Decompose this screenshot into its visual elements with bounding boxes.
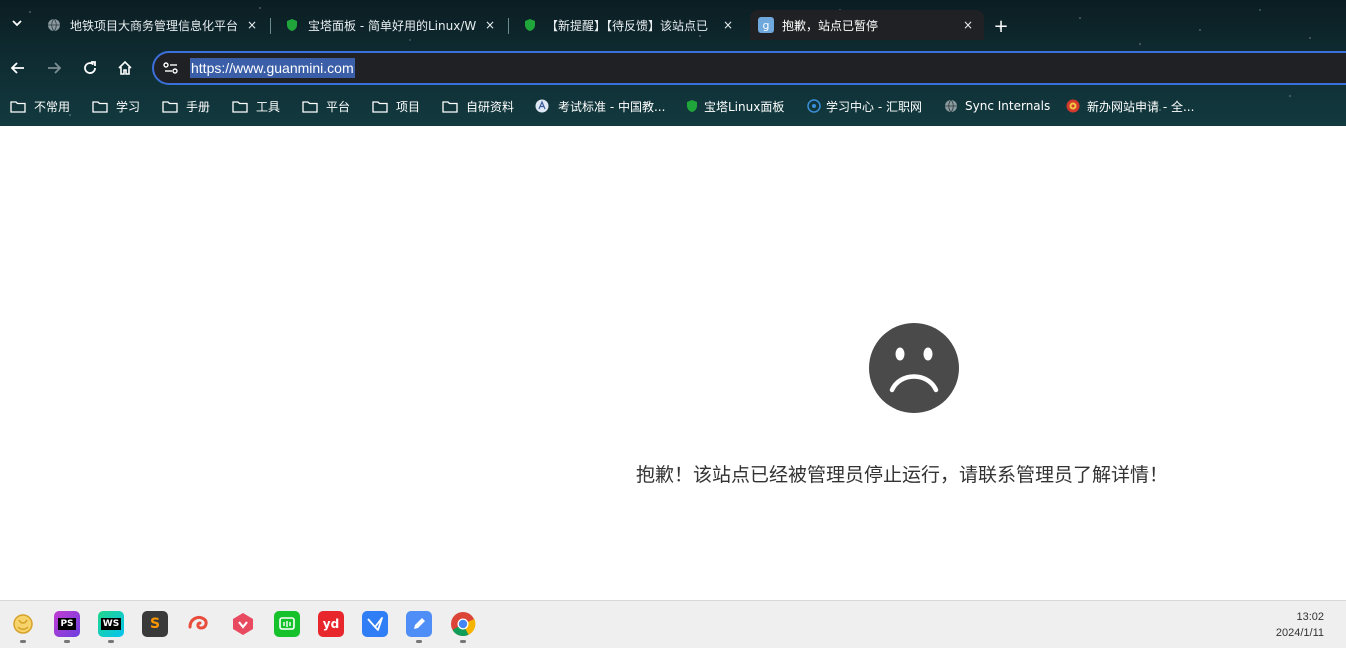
tab-close-icon[interactable]: ×: [960, 18, 976, 32]
tab-strip: 地铁项目大商务管理信息化平台 × 宝塔面板 - 简单好用的Linux/W × 【…: [0, 6, 1346, 44]
folder-icon: [92, 99, 108, 113]
error-message: 抱歉！该站点已经被管理员停止运行，请联系管理员了解详情！: [636, 464, 1169, 486]
bookmark-label: 手册: [186, 99, 211, 114]
bt-shield-icon: [284, 17, 300, 33]
bookmark-exam[interactable]: 考试标准 - 中国教...: [534, 96, 665, 116]
globe-icon: [943, 99, 959, 113]
bookmark-label: 学习中心 - 汇职网: [826, 99, 922, 114]
home-icon: [118, 60, 132, 75]
svg-text:g: g: [763, 19, 770, 32]
running-indicator: [20, 640, 26, 643]
forward-button[interactable]: [42, 56, 66, 80]
bookmark-learning-center[interactable]: 学习中心 - 汇职网: [806, 96, 922, 116]
police-badge-icon: [1065, 99, 1081, 113]
app-label: yd: [322, 617, 340, 631]
tab-search-chevron-icon[interactable]: [6, 12, 28, 34]
tab-close-icon[interactable]: ×: [482, 18, 498, 32]
tab-title: 抱歉，站点已暂停: [782, 18, 879, 33]
new-tab-button[interactable]: +: [990, 16, 1012, 38]
globe-icon: [46, 17, 62, 33]
bookmark-label: 自研资料: [466, 99, 515, 114]
bookmark-folder-学习[interactable]: 学习: [92, 96, 140, 116]
browser-chrome: 地铁项目大商务管理信息化平台 × 宝塔面板 - 简单好用的Linux/W × 【…: [0, 0, 1346, 126]
forward-arrow-icon: [48, 62, 62, 74]
tab-title: 宝塔面板 - 简单好用的Linux/W: [308, 18, 476, 33]
tab-title: 【新提醒】【待反馈】该站点已: [546, 18, 709, 33]
running-indicator: [108, 640, 114, 643]
tab-close-icon[interactable]: ×: [720, 18, 736, 32]
bookmark-folder-手册[interactable]: 手册: [162, 96, 210, 116]
bookmark-label: 学习: [116, 99, 141, 114]
tab-close-icon[interactable]: ×: [244, 18, 260, 32]
bookmark-label: 新办网站申请 - 全...: [1087, 99, 1195, 114]
bookmark-new-site-application[interactable]: 新办网站申请 - 全...: [1065, 96, 1194, 116]
tab-separator: [508, 18, 509, 34]
site-info-icon[interactable]: [162, 60, 180, 76]
app-label: PS: [58, 618, 76, 630]
running-indicator: [64, 640, 70, 643]
tab-3[interactable]: 【新提醒】【待反馈】该站点已 ×: [514, 10, 744, 40]
bookmark-folder-平台[interactable]: 平台: [302, 96, 350, 116]
bookmark-label: 平台: [326, 99, 351, 114]
app-label: S: [149, 616, 161, 632]
bookmark-folder-自研资料[interactable]: 自研资料: [442, 96, 514, 116]
bookmark-label: 工具: [256, 99, 281, 114]
back-button[interactable]: [6, 56, 30, 80]
red-app-icon[interactable]: [230, 611, 256, 637]
learning-icon: [806, 99, 822, 113]
system-clock[interactable]: 13:02 2024/1/11: [1276, 609, 1324, 641]
tab-1[interactable]: 地铁项目大商务管理信息化平台 ×: [38, 10, 268, 40]
bookmark-folder-项目[interactable]: 项目: [372, 96, 420, 116]
exam-icon: [534, 99, 550, 113]
bookmark-label: 考试标准 - 中国教...: [558, 99, 666, 114]
app-label: WS: [100, 618, 122, 630]
site-icon: g: [758, 17, 774, 33]
youdao-icon[interactable]: yd: [318, 611, 344, 637]
webstorm-icon[interactable]: WS: [98, 611, 124, 637]
tab-2[interactable]: 宝塔面板 - 简单好用的Linux/W ×: [276, 10, 506, 40]
bookmark-sync-internals[interactable]: Sync Internals: [943, 96, 1050, 116]
phpstorm-icon[interactable]: PS: [54, 611, 80, 637]
url-text[interactable]: https://www.guanmini.com: [190, 58, 355, 78]
swirl-app-icon[interactable]: [186, 611, 212, 637]
folder-icon: [232, 99, 248, 113]
taskbar: PS WS S yd 13:02 2024/1/11: [0, 600, 1346, 648]
folder-icon: [442, 99, 458, 113]
tab-separator: [270, 18, 271, 34]
sublime-icon[interactable]: S: [142, 611, 168, 637]
reload-button[interactable]: [78, 56, 102, 80]
green-chat-icon[interactable]: [274, 611, 300, 637]
folder-icon: [372, 99, 388, 113]
bookmark-label: 不常用: [34, 99, 71, 114]
bookmark-folder-不常用[interactable]: 不常用: [10, 96, 70, 116]
folder-icon: [162, 99, 178, 113]
bt-shield-icon: [522, 17, 538, 33]
page-content: 抱歉！该站点已经被管理员停止运行，请联系管理员了解详情！: [0, 126, 1346, 600]
folder-icon: [302, 99, 318, 113]
bookmark-folder-工具[interactable]: 工具: [232, 96, 280, 116]
launcher-icon[interactable]: [10, 611, 36, 637]
clock-time: 13:02: [1296, 611, 1324, 623]
bookmarks-bar: 不常用 学习 手册 工具 平台 项目 自研资料 考试标准 - 中国教... 宝塔…: [0, 92, 1346, 120]
back-arrow-icon: [10, 62, 24, 74]
bookmark-label: Sync Internals: [965, 99, 1051, 113]
pen-app-icon[interactable]: [406, 611, 432, 637]
clock-date: 2024/1/11: [1275, 627, 1324, 639]
address-bar[interactable]: https://www.guanmini.com: [152, 51, 1346, 85]
home-button[interactable]: [113, 56, 137, 80]
chrome-icon[interactable]: [450, 611, 476, 637]
bookmark-bt-panel[interactable]: 宝塔Linux面板: [684, 96, 784, 116]
tab-title: 地铁项目大商务管理信息化平台: [70, 18, 238, 33]
bookmark-label: 项目: [396, 99, 421, 114]
bt-shield-icon: [684, 99, 700, 113]
tab-4-active[interactable]: g 抱歉，站点已暂停 ×: [750, 10, 984, 40]
bird-app-icon[interactable]: [362, 611, 388, 637]
toolbar: https://www.guanmini.com: [0, 50, 1346, 86]
sad-face-icon: [869, 323, 959, 413]
running-indicator: [460, 640, 466, 643]
running-indicator: [416, 640, 422, 643]
reload-icon: [84, 61, 96, 74]
bookmark-label: 宝塔Linux面板: [704, 99, 785, 114]
folder-icon: [10, 99, 26, 113]
